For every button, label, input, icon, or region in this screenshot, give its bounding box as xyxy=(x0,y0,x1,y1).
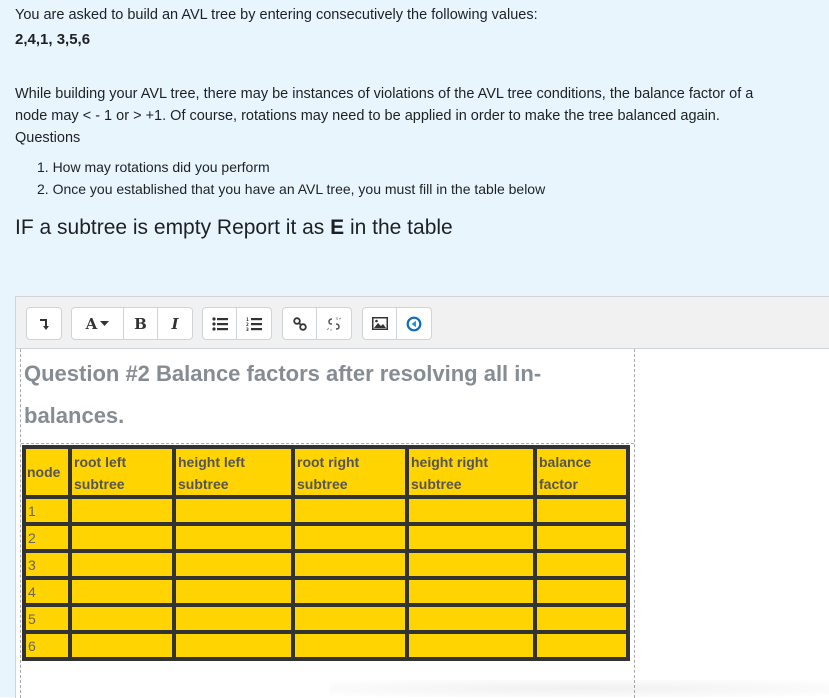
table-row: 6 xyxy=(22,630,630,661)
cell-root-right-subtree[interactable] xyxy=(291,630,409,661)
cell-root-right-subtree[interactable] xyxy=(291,603,409,634)
cell-root-right-subtree[interactable] xyxy=(291,549,409,580)
arrow-down-turn-icon xyxy=(40,318,49,330)
cell-balance-factor[interactable] xyxy=(533,630,630,661)
table-row: 5 xyxy=(22,603,630,634)
header-height-right-subtree: height right subtree xyxy=(405,445,537,499)
cell-node: 3 xyxy=(22,549,72,580)
question-item-1: 1. How may rotations did you perform xyxy=(37,159,270,175)
toolbar-group-lists: 123 xyxy=(202,307,272,340)
rich-text-editor[interactable]: A B I 123 Question #2 Balance factors af… xyxy=(15,296,829,698)
ordered-list-button[interactable]: 123 xyxy=(237,308,271,339)
cell-root-right-subtree[interactable] xyxy=(291,522,409,553)
numbered-list-icon: 123 xyxy=(246,317,262,331)
svg-text:3: 3 xyxy=(246,327,249,331)
cell-height-left-subtree[interactable] xyxy=(172,603,295,634)
cell-height-right-subtree[interactable] xyxy=(405,603,537,634)
cell-root-left-subtree[interactable] xyxy=(68,549,176,580)
cell-node: 4 xyxy=(22,576,72,607)
dashed-divider xyxy=(21,443,634,444)
link-button[interactable] xyxy=(283,308,317,339)
bold-icon: B xyxy=(134,314,147,333)
media-button[interactable] xyxy=(397,308,431,339)
bold-button[interactable]: B xyxy=(124,308,158,339)
cell-root-left-subtree[interactable] xyxy=(68,576,176,607)
cell-root-left-subtree[interactable] xyxy=(68,522,176,553)
cell-root-right-subtree[interactable] xyxy=(291,576,409,607)
caret-down-icon xyxy=(100,320,110,326)
cell-height-left-subtree[interactable] xyxy=(172,630,295,661)
insert-image-button[interactable] xyxy=(363,308,397,339)
balance-factor-table: node root left subtree height left subtr… xyxy=(22,445,630,661)
cell-height-right-subtree[interactable] xyxy=(405,495,537,526)
table-header-row: node root left subtree height left subtr… xyxy=(22,445,630,499)
values-list: 2,4,1, 3,5,6 xyxy=(15,31,91,48)
media-play-icon xyxy=(406,316,422,331)
show-more-buttons[interactable] xyxy=(27,308,61,339)
question-heading: Question #2 Balance factors after resolv… xyxy=(24,361,542,428)
cell-node: 5 xyxy=(22,603,72,634)
empty-subtree-note: IF a subtree is empty Report it as E in … xyxy=(15,216,453,239)
cell-height-left-subtree[interactable] xyxy=(172,576,295,607)
table-row: 2 xyxy=(22,522,630,553)
italic-icon: I xyxy=(171,314,179,333)
header-root-right-subtree: root right subtree xyxy=(291,445,409,499)
header-height-left-subtree: height left subtree xyxy=(172,445,295,499)
cell-balance-factor[interactable] xyxy=(533,495,630,526)
toolbar-group-media xyxy=(362,307,432,340)
image-icon xyxy=(371,317,388,330)
cell-height-left-subtree[interactable] xyxy=(172,522,295,553)
italic-button[interactable]: I xyxy=(158,308,192,339)
paragraph-line-1: While building your AVL tree, there may … xyxy=(15,86,754,102)
cell-height-right-subtree[interactable] xyxy=(405,630,537,661)
cell-balance-factor[interactable] xyxy=(533,549,630,580)
header-node: node xyxy=(22,445,72,499)
font-style-button[interactable]: A xyxy=(72,308,124,339)
cell-node: 1 xyxy=(22,495,72,526)
cell-root-left-subtree[interactable] xyxy=(68,495,176,526)
intro-text: You are asked to build an AVL tree by en… xyxy=(15,7,538,23)
header-root-left-subtree: root left subtree xyxy=(68,445,176,499)
editor-content[interactable]: Question #2 Balance factors after resolv… xyxy=(20,349,635,698)
cell-node: 2 xyxy=(22,522,72,553)
bullet-list-icon xyxy=(211,316,228,331)
cell-balance-factor[interactable] xyxy=(533,522,630,553)
unordered-list-button[interactable] xyxy=(203,308,237,339)
cell-height-left-subtree[interactable] xyxy=(172,495,295,526)
question-item-2: 2. Once you established that you have an… xyxy=(37,181,546,197)
toolbar-group-format: A B I xyxy=(71,307,193,340)
table-row: 4 xyxy=(22,576,630,607)
toolbar-group-more xyxy=(26,307,62,340)
unlink-button[interactable] xyxy=(317,308,351,339)
cell-height-left-subtree[interactable] xyxy=(172,549,295,580)
drop-shadow xyxy=(330,680,829,697)
link-icon xyxy=(292,316,307,331)
cell-balance-factor[interactable] xyxy=(533,576,630,607)
cell-balance-factor[interactable] xyxy=(533,603,630,634)
cell-root-left-subtree[interactable] xyxy=(68,603,176,634)
cell-height-right-subtree[interactable] xyxy=(405,522,537,553)
cell-height-right-subtree[interactable] xyxy=(405,549,537,580)
cell-root-left-subtree[interactable] xyxy=(68,630,176,661)
table-row: 1 xyxy=(22,495,630,526)
paragraph-line-2: node may < - 1 or > +1. Of course, rotat… xyxy=(15,108,720,124)
cell-height-right-subtree[interactable] xyxy=(405,576,537,607)
table-row: 3 xyxy=(22,549,630,580)
font-style-icon: A xyxy=(85,314,98,333)
cell-node: 6 xyxy=(22,630,72,661)
unlink-icon xyxy=(326,316,342,331)
editor-toolbar: A B I 123 xyxy=(16,297,829,349)
question-panel: You are asked to build an AVL tree by en… xyxy=(0,0,829,698)
toolbar-group-links xyxy=(282,307,352,340)
header-balance-factor: balance factor xyxy=(533,445,630,499)
cell-root-right-subtree[interactable] xyxy=(291,495,409,526)
questions-label: Questions xyxy=(15,130,81,146)
